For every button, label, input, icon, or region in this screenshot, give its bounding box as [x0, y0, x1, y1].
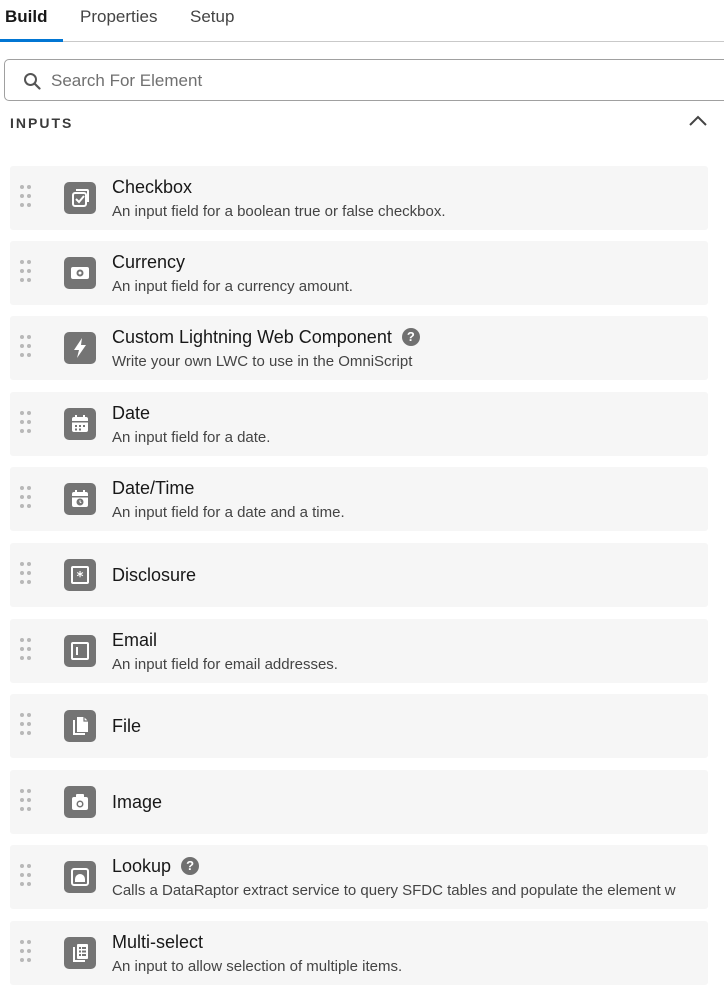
list-item[interactable]: * Disclosure: [10, 543, 708, 607]
section-title: INPUTS: [10, 115, 74, 131]
item-title: Date/Time: [112, 478, 195, 498]
search-input[interactable]: [49, 66, 653, 96]
item-title: File: [112, 716, 142, 736]
item-description: An input field for a currency amount.: [112, 278, 353, 295]
lookup-icon: [64, 861, 96, 893]
item-title: Custom Lightning Web Component?: [112, 327, 420, 348]
item-description: An input to allow selection of multiple …: [112, 958, 403, 975]
currency-icon: [64, 257, 96, 289]
item-title: Multi-select: [112, 932, 204, 952]
search-icon: [24, 73, 41, 90]
drag-handle-icon[interactable]: [20, 335, 34, 361]
calendar-icon: [64, 408, 96, 440]
drag-handle-icon[interactable]: [20, 260, 34, 286]
item-title: Checkbox: [112, 177, 193, 197]
tab-bar: Build Properties Setup: [0, 0, 724, 42]
drag-handle-icon[interactable]: [20, 486, 34, 512]
drag-handle-icon[interactable]: [20, 713, 34, 739]
item-title-text: Lookup: [112, 856, 172, 876]
list-item[interactable]: File: [10, 694, 708, 758]
item-description: An input field for a date.: [112, 429, 271, 446]
drag-handle-icon[interactable]: [20, 864, 34, 890]
section-inputs-header[interactable]: INPUTS: [10, 108, 710, 140]
tab-properties[interactable]: Properties: [80, 0, 157, 42]
list-item[interactable]: Image: [10, 770, 708, 834]
tab-build[interactable]: Build: [0, 0, 63, 42]
disclosure-icon: *: [64, 559, 96, 591]
item-title: Date: [112, 403, 151, 423]
list-item[interactable]: Multi-select An input to allow selection…: [10, 921, 708, 985]
email-field-icon: [64, 635, 96, 667]
drag-handle-icon[interactable]: [20, 411, 34, 437]
lightning-icon: [64, 332, 96, 364]
list-item[interactable]: Date/Time An input field for a date and …: [10, 467, 708, 531]
help-icon[interactable]: ?: [181, 857, 200, 875]
item-description: An input field for a boolean true or fal…: [112, 203, 446, 220]
item-title: Image: [112, 792, 163, 812]
item-title: Email: [112, 630, 158, 650]
camera-icon: [64, 786, 96, 818]
item-description: Write your own LWC to use in the OmniScr…: [112, 353, 413, 370]
drag-handle-icon[interactable]: [20, 789, 34, 815]
drag-handle-icon[interactable]: [20, 562, 34, 588]
item-description: Calls a DataRaptor extract service to qu…: [112, 882, 676, 899]
tab-setup[interactable]: Setup: [190, 0, 234, 42]
item-description: An input field for a date and a time.: [112, 504, 345, 521]
list-item[interactable]: Date An input field for a date.: [10, 392, 708, 456]
file-icon: [64, 710, 96, 742]
item-title: Currency: [112, 252, 186, 272]
list-item[interactable]: Email An input field for email addresses…: [10, 619, 708, 683]
list-item[interactable]: Custom Lightning Web Component? Write yo…: [10, 316, 708, 380]
list-item[interactable]: Currency An input field for a currency a…: [10, 241, 708, 305]
checkbox-icon: [64, 182, 96, 214]
calendar-clock-icon: [64, 483, 96, 515]
item-title: Disclosure: [112, 565, 197, 585]
list-item[interactable]: Checkbox An input field for a boolean tr…: [10, 166, 708, 230]
item-description: An input field for email addresses.: [112, 656, 338, 673]
item-title: Lookup?: [112, 856, 200, 877]
chevron-up-icon[interactable]: [688, 114, 708, 128]
list-item[interactable]: Lookup? Calls a DataRaptor extract servi…: [10, 845, 708, 909]
svg-text:*: *: [77, 570, 84, 585]
multiselect-icon: [64, 937, 96, 969]
item-title-text: Custom Lightning Web Component: [112, 327, 392, 347]
help-icon[interactable]: ?: [401, 328, 420, 346]
drag-handle-icon[interactable]: [20, 940, 34, 966]
search-box: [4, 59, 724, 101]
drag-handle-icon[interactable]: [20, 185, 34, 211]
drag-handle-icon[interactable]: [20, 638, 34, 664]
